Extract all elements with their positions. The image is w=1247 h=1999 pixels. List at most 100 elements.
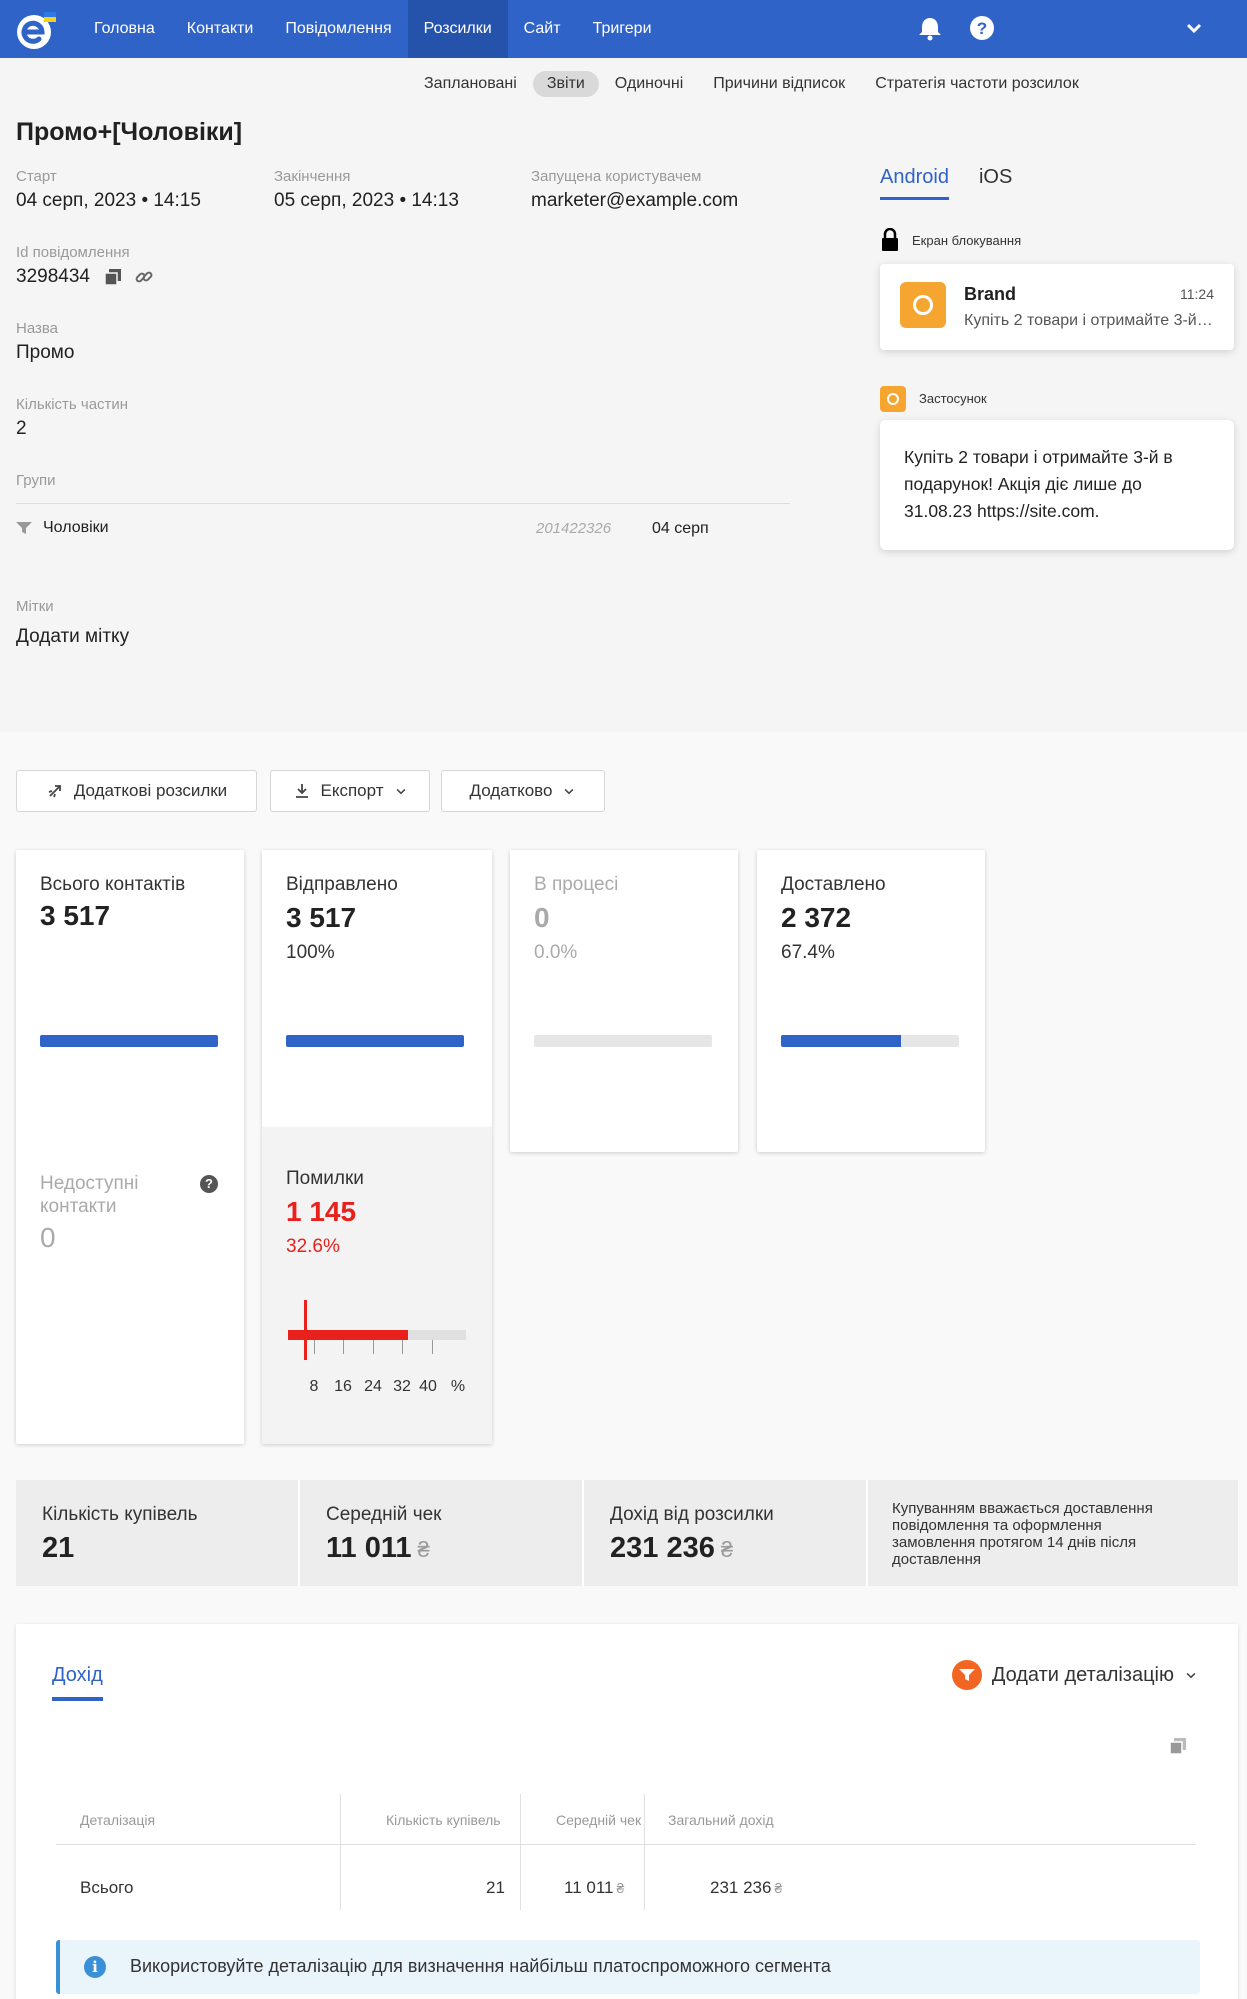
- unavailable-label: Недоступні контакти: [40, 1173, 139, 1217]
- row-avg-check: 11 011 ₴: [564, 1878, 624, 1898]
- group-name[interactable]: Чоловіки: [43, 519, 109, 537]
- scale-label: 8: [309, 1378, 319, 1395]
- extra-mailings-button[interactable]: Додаткові розсилки: [16, 770, 257, 812]
- income-label: Дохід від розсилки: [610, 1504, 774, 1525]
- col-header-purchases: Кількість купівель: [386, 1812, 501, 1828]
- download-icon: [295, 784, 308, 798]
- end-value: 05 серп, 2023 • 14:13: [274, 190, 459, 211]
- subtab-unsubscribe-reasons[interactable]: Причини відписок: [699, 71, 859, 97]
- row-purchases: 21: [486, 1878, 505, 1897]
- row-total-amount: 231 236: [710, 1878, 772, 1897]
- sent-label: Відправлено: [286, 874, 398, 895]
- push-brand: Brand: [964, 284, 1017, 304]
- purchases-label: Кількість купівель: [42, 1504, 198, 1525]
- subtab-single[interactable]: Одиночні: [601, 71, 697, 97]
- sent-card: Відправлено 3 517 100%: [262, 850, 492, 1128]
- link-icon[interactable]: [134, 267, 154, 287]
- income-amount: 231 236: [610, 1532, 715, 1564]
- scale-tick: [402, 1340, 403, 1354]
- app-label: Застосунок: [919, 391, 987, 406]
- avg-check-cell: Середній чек 11 011 ₴: [300, 1480, 584, 1586]
- subtab-frequency-strategy[interactable]: Стратегія частоти розсилок: [861, 71, 1093, 97]
- scale-tick: [314, 1340, 315, 1354]
- scale-label: 16: [334, 1378, 352, 1395]
- more-button[interactable]: Додатково: [441, 770, 605, 812]
- scale-tick: [343, 1340, 344, 1354]
- tab-ios[interactable]: iOS: [979, 166, 1012, 200]
- col-header-avg-check: Середній чек: [556, 1812, 642, 1828]
- add-tag-link[interactable]: Додати мітку: [16, 626, 129, 648]
- nav-messages[interactable]: Повідомлення: [269, 0, 407, 58]
- purchase-note: Купуванням вважається доставлення повідо…: [892, 1500, 1153, 1568]
- nav-contacts[interactable]: Контакти: [171, 0, 270, 58]
- chevron-down-icon: [565, 788, 574, 795]
- os-tabs: Android iOS: [880, 166, 1042, 200]
- unavailable-value: 0: [40, 1222, 56, 1253]
- name-value: Промо: [16, 342, 75, 363]
- svg-text:?: ?: [977, 19, 987, 38]
- add-detail-label: Додати деталізацію: [991, 1663, 1174, 1686]
- nav-mailings[interactable]: Розсилки: [407, 0, 508, 58]
- header-divider: [56, 1844, 1196, 1845]
- brand-logo-icon: [900, 282, 946, 328]
- sent-percent: 100%: [286, 942, 335, 963]
- nav-home[interactable]: Головна: [78, 0, 171, 58]
- revenue-detail-panel: Дохід Додати деталізацію Деталізація Кіл…: [16, 1624, 1238, 1999]
- export-label: Експорт: [320, 781, 384, 800]
- sent-value: 3 517: [286, 902, 357, 933]
- filter-icon: [951, 1660, 982, 1690]
- help-icon[interactable]: ?: [200, 1175, 218, 1193]
- group-id: 201422326: [536, 520, 612, 537]
- column-divider: [520, 1794, 521, 1910]
- errors-label: Помилки: [286, 1168, 364, 1189]
- copy-icon[interactable]: [1168, 1736, 1188, 1756]
- scale-tick: [373, 1340, 374, 1354]
- errors-value: 1 145: [286, 1196, 357, 1227]
- total-contacts-value: 3 517: [40, 900, 111, 931]
- logo-icon[interactable]: [14, 8, 58, 52]
- message-id-value: 3298434: [16, 266, 90, 287]
- purchases-cell: Кількість купівель 21: [16, 1480, 300, 1586]
- scale-label: 40: [419, 1378, 437, 1395]
- total-contacts-card: Всього контактів 3 517 Недоступні контак…: [16, 850, 244, 1444]
- info-banner: i Використовуйте деталізацію для визначе…: [56, 1940, 1200, 1994]
- bar-fill: [40, 1035, 218, 1047]
- delivered-percent: 67.4%: [781, 942, 835, 963]
- group-date: 04 серп: [652, 520, 709, 537]
- help-icon[interactable]: ?: [968, 14, 996, 42]
- export-button[interactable]: Експорт: [270, 770, 430, 812]
- income-cell: Дохід від розсилки 231 236 ₴: [584, 1480, 868, 1586]
- tab-income[interactable]: Дохід: [52, 1664, 103, 1701]
- scale-label: %: [450, 1378, 466, 1395]
- copy-icon[interactable]: [104, 268, 122, 286]
- row-name: Всього: [80, 1878, 134, 1897]
- avg-check-label: Середній чек: [326, 1504, 442, 1525]
- bell-icon[interactable]: [916, 14, 944, 42]
- chevron-down-icon[interactable]: [1180, 14, 1208, 42]
- subtab-reports[interactable]: Звіти: [532, 71, 599, 97]
- nav-site[interactable]: Сайт: [508, 0, 577, 58]
- main-nav: Головна Контакти Повідомлення Розсилки С…: [78, 0, 668, 58]
- push-time: 11:24: [1180, 286, 1214, 302]
- hryvnia-icon: ₴: [616, 1880, 625, 1896]
- app-icon: [880, 386, 906, 412]
- message-id-label: Id повідомлення: [16, 244, 130, 261]
- income-value: 231 236 ₴: [610, 1532, 733, 1565]
- bar-fill: [781, 1035, 901, 1047]
- hryvnia-icon: ₴: [417, 1537, 430, 1562]
- row-avg-amount: 11 011: [564, 1878, 614, 1897]
- add-detail-button[interactable]: Додати деталізацію: [951, 1660, 1198, 1690]
- in-progress-card: В процесі 0 0.0%: [510, 850, 738, 1152]
- errors-bar: [288, 1330, 466, 1340]
- subtab-scheduled[interactable]: Заплановані: [410, 71, 531, 97]
- nav-triggers[interactable]: Тригери: [577, 0, 668, 58]
- chevron-down-icon: [396, 788, 405, 795]
- in-progress-value: 0: [534, 902, 550, 933]
- end-label: Закінчення: [274, 168, 351, 185]
- errors-percent: 32.6%: [286, 1236, 340, 1257]
- purchase-note-cell: Купуванням вважається доставлення повідо…: [868, 1480, 1238, 1586]
- info-icon: i: [84, 1956, 106, 1978]
- tab-android[interactable]: Android: [880, 166, 949, 200]
- avg-check-amount: 11 011: [326, 1532, 412, 1564]
- total-contacts-bar: [40, 1035, 218, 1047]
